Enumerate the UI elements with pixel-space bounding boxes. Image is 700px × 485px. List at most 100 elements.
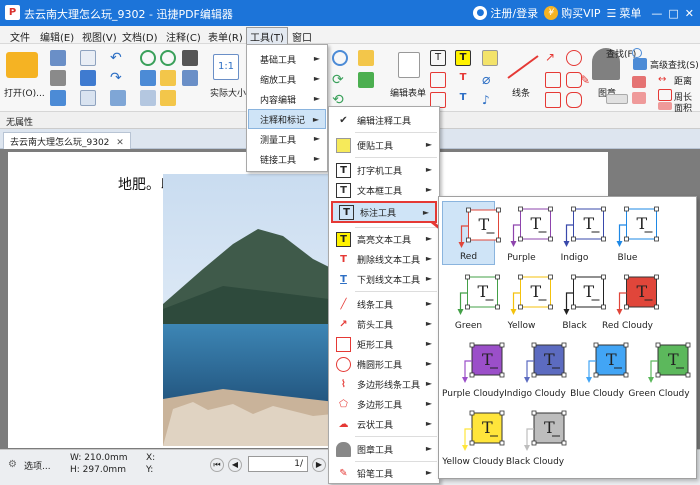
callout-style-red-cloudy[interactable]: T Red Cloudy bbox=[601, 269, 659, 333]
callout-style-indigo[interactable]: T Indigo bbox=[548, 201, 606, 265]
menu-item-pencil-tool[interactable]: ✎ 铅笔工具 ► bbox=[330, 463, 438, 483]
line-tool-icon[interactable] bbox=[506, 54, 540, 80]
menu-item-content-edit[interactable]: 内容编辑 ► bbox=[248, 89, 326, 109]
menu-item-textbox[interactable]: T 文本框工具 ► bbox=[330, 180, 438, 200]
forward-icon[interactable] bbox=[160, 50, 176, 66]
polyline-icon[interactable] bbox=[545, 72, 561, 88]
menu-item-measure-tools[interactable]: 测量工具 ► bbox=[248, 129, 326, 149]
menu-item-zoom-tools[interactable]: 缩放工具 ► bbox=[248, 69, 326, 89]
highlight-icon[interactable] bbox=[358, 50, 374, 66]
line-label[interactable]: 线条 bbox=[512, 86, 530, 99]
menu-item-underline-text[interactable]: T 下划线文本工具 ► bbox=[330, 269, 438, 289]
redo-icon[interactable]: ↷ bbox=[110, 70, 126, 86]
edit-form-icon[interactable] bbox=[398, 52, 420, 78]
back-icon[interactable] bbox=[140, 50, 156, 66]
menu-item-highlight-text[interactable]: T 高亮文本工具 ► bbox=[330, 229, 438, 249]
select-text-icon[interactable] bbox=[182, 70, 198, 86]
menu-item-annotations-markup[interactable]: 注释和标记 ► bbox=[248, 109, 326, 129]
prev-page-icon[interactable]: ◀ bbox=[228, 458, 242, 472]
camera-icon[interactable] bbox=[182, 50, 198, 66]
actual-size-label[interactable]: 实际大小 bbox=[210, 86, 246, 99]
menu-item-stamp-tool[interactable]: 图章工具 ► bbox=[330, 439, 438, 459]
open-button-label[interactable]: 打开(O)... bbox=[4, 86, 45, 99]
menu-window[interactable]: 窗口 bbox=[292, 29, 312, 44]
underline-icon[interactable]: T bbox=[455, 92, 471, 108]
menu-item-typewriter[interactable]: T 打字机工具 ► bbox=[330, 160, 438, 180]
circle-icon[interactable] bbox=[566, 50, 582, 66]
pen-icon[interactable] bbox=[632, 92, 646, 104]
menu-item-rectangle-tool[interactable]: 矩形工具 ► bbox=[330, 334, 438, 354]
menu-document[interactable]: 文档(D) bbox=[122, 29, 158, 44]
callout-style-green[interactable]: T Green bbox=[442, 269, 500, 333]
new-document-icon[interactable] bbox=[80, 50, 96, 66]
checkbox-icon[interactable] bbox=[430, 72, 446, 88]
maximize-button[interactable]: □ bbox=[668, 7, 678, 20]
sound-icon[interactable]: ♪ bbox=[482, 92, 498, 108]
save-icon[interactable] bbox=[50, 50, 66, 66]
menu-form[interactable]: 表单(R) bbox=[208, 29, 243, 44]
eraser-icon[interactable] bbox=[632, 76, 646, 88]
main-menu-button[interactable]: ☰ 菜单 bbox=[607, 5, 642, 21]
callout-style-blue[interactable]: T Blue bbox=[601, 201, 659, 265]
strikeout-icon[interactable]: T bbox=[455, 72, 471, 88]
menu-item-cloud-tool[interactable]: ☁ 云状工具 ► bbox=[330, 414, 438, 434]
settings-gear-icon[interactable]: ⚙ bbox=[8, 459, 17, 470]
actual-size-icon[interactable]: 1:1 bbox=[213, 54, 239, 80]
zoom-in-icon[interactable] bbox=[332, 50, 348, 66]
menu-item-callout[interactable]: T 标注工具 ► bbox=[331, 201, 437, 223]
undo-icon[interactable]: ↶ bbox=[110, 50, 126, 66]
callout-style-black-cloudy[interactable]: T Black Cloudy bbox=[504, 405, 567, 469]
close-tab-icon[interactable]: ✕ bbox=[116, 138, 124, 148]
first-page-icon[interactable]: ⏮ bbox=[210, 458, 224, 472]
menu-item-arrow-tool[interactable]: ↗ 箭头工具 ► bbox=[330, 314, 438, 334]
next-page-icon[interactable]: ▶ bbox=[312, 458, 326, 472]
callout-style-yellow-cloudy[interactable]: T Yellow Cloudy bbox=[442, 405, 505, 469]
menu-item-ellipse-tool[interactable]: 椭圆形工具 ► bbox=[330, 354, 438, 374]
edit-form-label[interactable]: 编辑表单 bbox=[390, 86, 426, 99]
page-number-input[interactable]: 1/ bbox=[248, 456, 308, 472]
add-page-icon[interactable] bbox=[358, 72, 374, 88]
rotate-icon[interactable]: ⟳ bbox=[332, 72, 348, 88]
callout-style-green-cloudy[interactable]: T Green Cloudy bbox=[628, 337, 691, 401]
copy-icon[interactable] bbox=[140, 70, 156, 86]
menu-item-polygon-tool[interactable]: ⬠ 多边形工具 ► bbox=[330, 394, 438, 414]
menu-item-line-tool[interactable]: ╱ 线条工具 ► bbox=[330, 294, 438, 314]
menu-comment[interactable]: 注释(C) bbox=[166, 29, 201, 44]
menu-item-polyline-tool[interactable]: ⌇ 多边形线条工具 ► bbox=[330, 374, 438, 394]
snapshot-icon[interactable] bbox=[160, 90, 176, 106]
export-icon[interactable] bbox=[80, 90, 96, 106]
text-field-icon[interactable]: T bbox=[430, 50, 446, 66]
document-tab[interactable]: 去云南大理怎么玩_9302 ✕ bbox=[3, 132, 131, 149]
options-button[interactable]: 选项... bbox=[24, 459, 51, 472]
callout-style-indigo-cloudy[interactable]: T Indigo Cloudy bbox=[504, 337, 567, 401]
email-icon[interactable] bbox=[50, 90, 66, 106]
callout-style-yellow[interactable]: T Yellow bbox=[495, 269, 553, 333]
open-folder-icon[interactable] bbox=[6, 52, 38, 78]
callout-style-purple[interactable]: T Purple bbox=[495, 201, 553, 265]
distance-tool[interactable]: 距离 bbox=[674, 74, 692, 87]
menu-item-basic-tools[interactable]: 基础工具 ► bbox=[248, 49, 326, 69]
paste-icon[interactable] bbox=[140, 90, 156, 106]
rectangle-icon[interactable] bbox=[545, 92, 561, 108]
hand-tool-icon[interactable] bbox=[160, 70, 176, 86]
buy-vip-button[interactable]: ¥ 购买VIP bbox=[544, 5, 601, 21]
menu-item-strikeout-text[interactable]: T 删除线文本工具 ► bbox=[330, 249, 438, 269]
cut-icon[interactable] bbox=[110, 90, 126, 106]
menu-view[interactable]: 视图(V) bbox=[82, 29, 117, 44]
callout-style-red[interactable]: T Red bbox=[442, 201, 501, 265]
callout-style-purple-cloudy[interactable]: T Purple Cloudy bbox=[442, 337, 505, 401]
menu-file[interactable]: 文件 bbox=[10, 29, 30, 44]
print-icon[interactable] bbox=[50, 70, 66, 86]
callout-style-blue-cloudy[interactable]: T Blue Cloudy bbox=[566, 337, 629, 401]
upload-icon[interactable] bbox=[80, 70, 96, 86]
login-button[interactable]: ● 注册/登录 bbox=[473, 5, 538, 21]
stamp-dropdown-icon[interactable] bbox=[606, 94, 628, 104]
menu-item-link-tools[interactable]: 链接工具 ► bbox=[248, 149, 326, 169]
callout-style-black[interactable]: T Black bbox=[548, 269, 606, 333]
pencil-icon[interactable]: ✎ bbox=[580, 72, 596, 88]
highlight-text-icon[interactable]: T bbox=[455, 50, 471, 66]
advanced-find-button[interactable]: 高级查找(S) bbox=[650, 58, 699, 71]
cloud-icon[interactable] bbox=[566, 92, 582, 108]
menu-item-sticky-note[interactable]: 便贴工具 ► bbox=[330, 135, 438, 155]
menu-item-edit-annotation[interactable]: ✔ 编辑注释工具 bbox=[330, 110, 438, 130]
